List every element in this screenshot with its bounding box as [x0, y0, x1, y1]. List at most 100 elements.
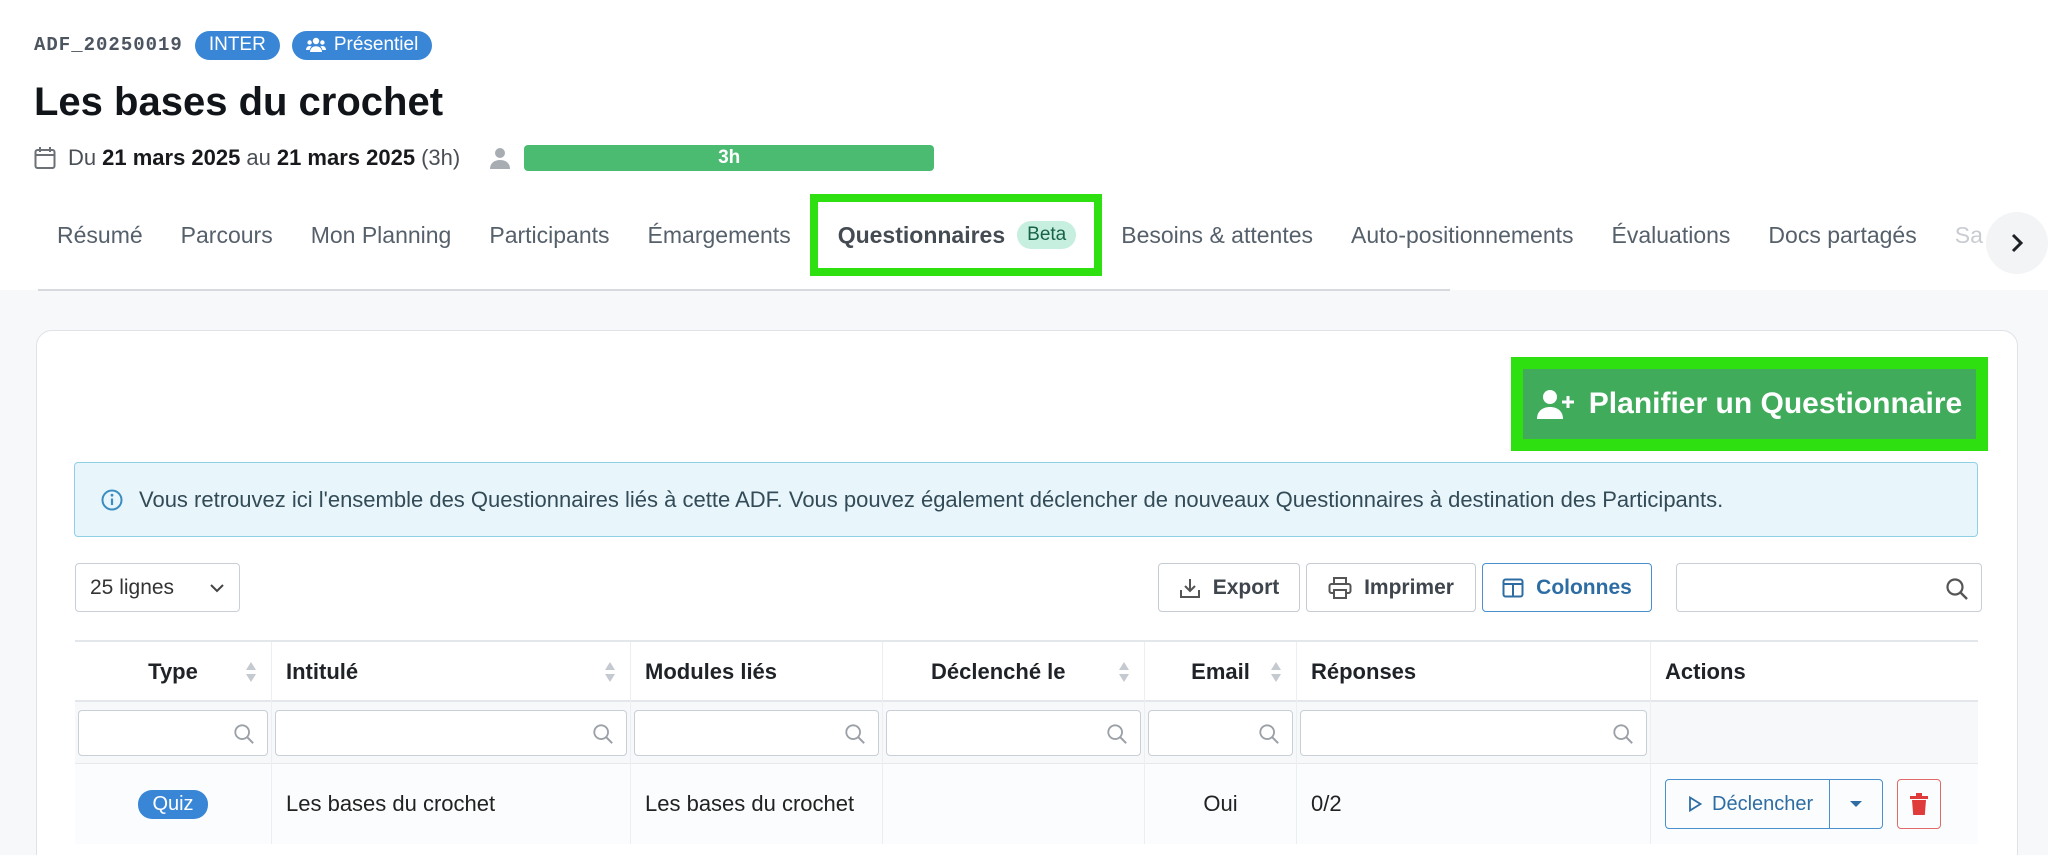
progress-label: 3h — [718, 147, 741, 168]
tab-label: Sa — [1954, 221, 1983, 248]
tab-mon-planning[interactable]: Mon Planning — [292, 195, 471, 275]
sort-icon — [1118, 661, 1130, 683]
col-header-actions: Actions — [1651, 642, 1978, 702]
search-icon — [844, 723, 866, 745]
filter-type-input[interactable] — [78, 710, 268, 756]
cell-modules: Les bases du crochet — [631, 764, 883, 844]
export-button[interactable]: Export — [1158, 563, 1300, 612]
trash-icon — [1909, 792, 1929, 816]
col-header-label: Type — [148, 659, 198, 684]
trigger-button[interactable]: Déclencher — [1666, 780, 1831, 828]
user-plus-icon — [1536, 389, 1575, 419]
filter-cell — [631, 702, 883, 764]
search-icon — [1106, 723, 1128, 745]
download-icon — [1179, 577, 1201, 599]
tab-auto-positionnements[interactable]: Auto-positionnements — [1332, 195, 1592, 275]
tab-underline — [38, 289, 1450, 291]
tab-participants[interactable]: Participants — [470, 195, 628, 275]
info-icon — [101, 489, 123, 511]
global-search-input[interactable] — [1676, 563, 1982, 612]
col-header-email[interactable]: Email — [1145, 642, 1297, 702]
quiz-badge: Quiz — [138, 789, 208, 819]
users-icon — [305, 37, 326, 53]
tab-besoins-attentes[interactable]: Besoins & attentes — [1102, 195, 1332, 275]
search-icon — [592, 723, 614, 745]
search-icon — [1258, 723, 1280, 745]
mode-badge: Présentiel — [291, 30, 433, 60]
col-header-label: Déclenché le — [931, 659, 1066, 684]
table-header: Type Intitulé Modules liés Déclenché le … — [75, 640, 1978, 702]
col-header-reponses: Réponses — [1297, 642, 1651, 702]
trigger-label: Déclencher — [1712, 792, 1814, 815]
filter-cell — [75, 702, 272, 764]
date-end: 21 mars 2025 — [276, 145, 416, 170]
search-icon — [1945, 577, 1969, 601]
tab-evaluations[interactable]: Évaluations — [1593, 195, 1750, 275]
cell-reponses: 0/2 — [1297, 764, 1651, 844]
columns-label: Colonnes — [1536, 575, 1632, 599]
delete-button[interactable] — [1897, 779, 1942, 829]
col-header-declenche[interactable]: Déclenché le — [883, 642, 1145, 702]
info-alert: Vous retrouvez ici l'ensemble des Questi… — [74, 462, 1978, 537]
tab-label: Questionnaires — [837, 221, 1006, 248]
print-button[interactable]: Imprimer — [1306, 563, 1476, 612]
inter-badge: INTER — [194, 30, 280, 60]
filter-cell-empty — [1651, 702, 1978, 764]
col-header-label: Actions — [1665, 659, 1746, 684]
tab-questionnaires[interactable]: Questionnaires Beta — [809, 194, 1103, 276]
play-icon — [1688, 796, 1702, 812]
filter-intitule-input[interactable] — [275, 710, 627, 756]
filter-declenche-input[interactable] — [886, 710, 1141, 756]
cell-intitule: Les bases du crochet — [272, 764, 631, 844]
page-size-select[interactable]: 25 lignes — [75, 563, 240, 612]
filter-cell — [883, 702, 1145, 764]
tab-emargements[interactable]: Émargements — [629, 195, 810, 275]
col-header-label: Modules liés — [645, 659, 778, 684]
tab-parcours[interactable]: Parcours — [162, 195, 292, 275]
columns-button[interactable]: Colonnes — [1482, 563, 1652, 612]
calendar-icon — [34, 146, 56, 170]
filter-cell — [272, 702, 631, 764]
tab-label: Docs partagés — [1768, 221, 1917, 248]
search-icon — [233, 723, 255, 745]
tab-label: Auto-positionnements — [1351, 221, 1574, 248]
date-prefix: Du — [68, 145, 97, 170]
caret-down-icon — [1849, 800, 1863, 808]
tab-label: Besoins & attentes — [1121, 221, 1314, 248]
trigger-dropdown-button[interactable] — [1830, 780, 1882, 828]
tabs-scroll-next-button[interactable] — [1986, 212, 2048, 274]
col-header-label: Intitulé — [286, 659, 359, 684]
duration: (3h) — [421, 145, 461, 170]
session-code: ADF_20250019 — [34, 34, 183, 56]
col-header-intitule[interactable]: Intitulé — [272, 642, 631, 702]
filter-cell — [1145, 702, 1297, 764]
col-header-type[interactable]: Type — [75, 642, 272, 702]
tab-label: Résumé — [57, 221, 143, 248]
search-icon — [1612, 723, 1634, 745]
info-text: Vous retrouvez ici l'ensemble des Questi… — [139, 486, 1724, 512]
filter-email-input[interactable] — [1148, 710, 1293, 756]
date-start: 21 mars 2025 — [102, 145, 241, 170]
inter-badge-label: INTER — [208, 34, 266, 55]
columns-icon — [1502, 578, 1524, 598]
chevron-down-icon — [209, 583, 225, 593]
date-row: Du 21 mars 2025 au 21 mars 2025 (3h) 3h — [34, 142, 935, 174]
filter-row — [75, 702, 1978, 764]
filter-reponses-input[interactable] — [1300, 710, 1647, 756]
cell-type: Quiz — [75, 764, 272, 844]
tab-label: Participants — [489, 221, 610, 248]
cell-actions: Déclencher — [1651, 764, 1978, 844]
mode-badge-label: Présentiel — [333, 34, 419, 55]
printer-icon — [1328, 576, 1352, 599]
cell-email: Oui — [1145, 764, 1297, 844]
filter-modules-input[interactable] — [634, 710, 879, 756]
person-icon — [490, 147, 511, 169]
meta-row: ADF_20250019 INTER Présentiel — [34, 30, 433, 60]
plan-button-label: Planifier un Questionnaire — [1588, 387, 1963, 420]
col-header-modules: Modules liés — [631, 642, 883, 702]
tab-resume[interactable]: Résumé — [38, 195, 162, 275]
tab-label: Mon Planning — [310, 221, 452, 248]
page-size-value: 25 lignes — [90, 575, 175, 599]
tab-docs-partages[interactable]: Docs partagés — [1749, 195, 1935, 275]
plan-questionnaire-button[interactable]: Planifier un Questionnaire — [1511, 357, 1988, 451]
